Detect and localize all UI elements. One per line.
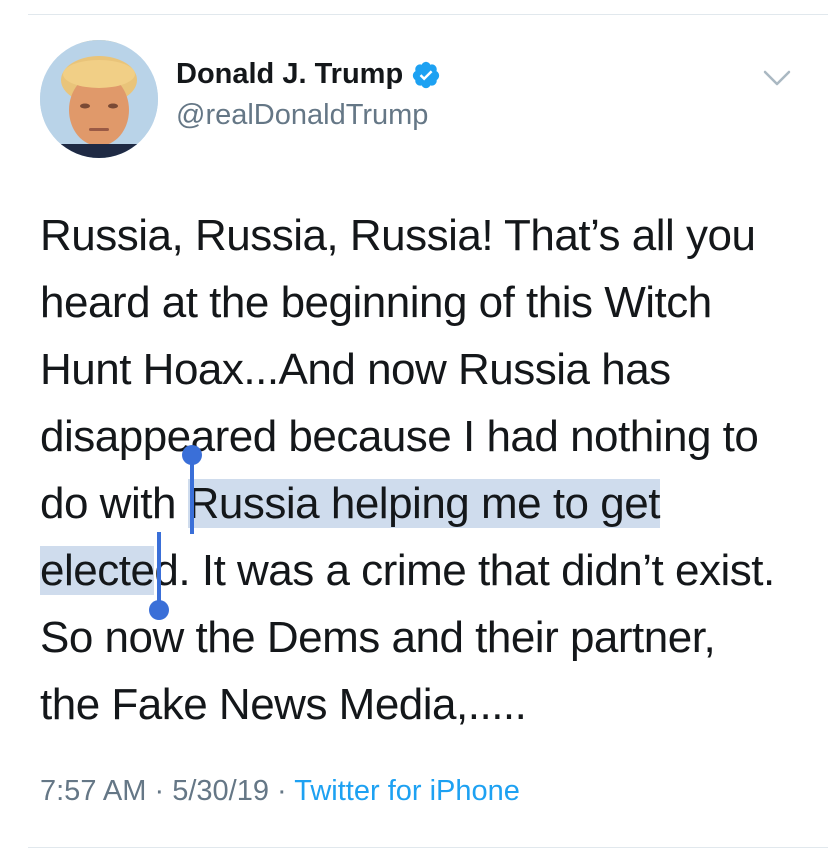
text-segment: d. It was a crime that didn’t exist. [154,546,775,595]
tweet-date[interactable]: 5/30/19 [172,775,269,807]
tweet-text[interactable]: Russia, Russia, Russia! That’s all you h… [40,202,800,738]
tweet-text-line: heard at the beginning of this Witch [40,269,800,336]
tweet-source-link[interactable]: Twitter for iPhone [294,775,520,807]
tweet-text-line: Hunt Hoax...And now Russia has [40,336,800,403]
tweet-time[interactable]: 7:57 AM [40,775,146,807]
chevron-down-icon[interactable] [761,66,793,90]
verified-badge-icon [413,61,440,88]
bottom-divider [28,847,828,848]
text-segment: the Fake News Media,..... [40,680,527,729]
text-segment: do with [40,479,188,528]
text-segment: heard at the beginning of this Witch [40,278,712,327]
text-segment: disappeared because I had nothing to [40,412,759,461]
selection-end-handle[interactable] [149,532,169,620]
avatar-photo-icon [40,40,158,158]
meta-separator: · [277,775,287,807]
tweet-text-line: elected. It was a crime that didn’t exis… [40,537,800,604]
tweet-text-line: do with Russia helping me to get [40,470,800,537]
avatar[interactable] [40,40,158,158]
author-name[interactable]: Donald J. Trump [176,58,403,91]
author-name-row[interactable]: Donald J. Trump [176,58,441,91]
selected-text[interactable]: electe [40,546,155,595]
tweet-meta: 7:57 AM · 5/30/19 · Twitter for iPhone [40,775,520,808]
text-segment: Russia, Russia, Russia! That’s all you [40,211,756,260]
selected-text[interactable]: Russia helping me to get [187,479,660,528]
tweet-text-line: Russia, Russia, Russia! That’s all you [40,202,800,269]
tweet-text-line: the Fake News Media,..... [40,671,800,738]
tweet-text-line: disappeared because I had nothing to [40,403,800,470]
text-segment: So now the Dems and their partner, [40,613,716,662]
text-segment: Hunt Hoax...And now Russia has [40,345,671,394]
top-divider [28,14,828,15]
selection-start-handle[interactable] [182,445,202,534]
meta-separator: · [154,775,165,807]
author-handle[interactable]: @realDonaldTrump [176,99,428,132]
